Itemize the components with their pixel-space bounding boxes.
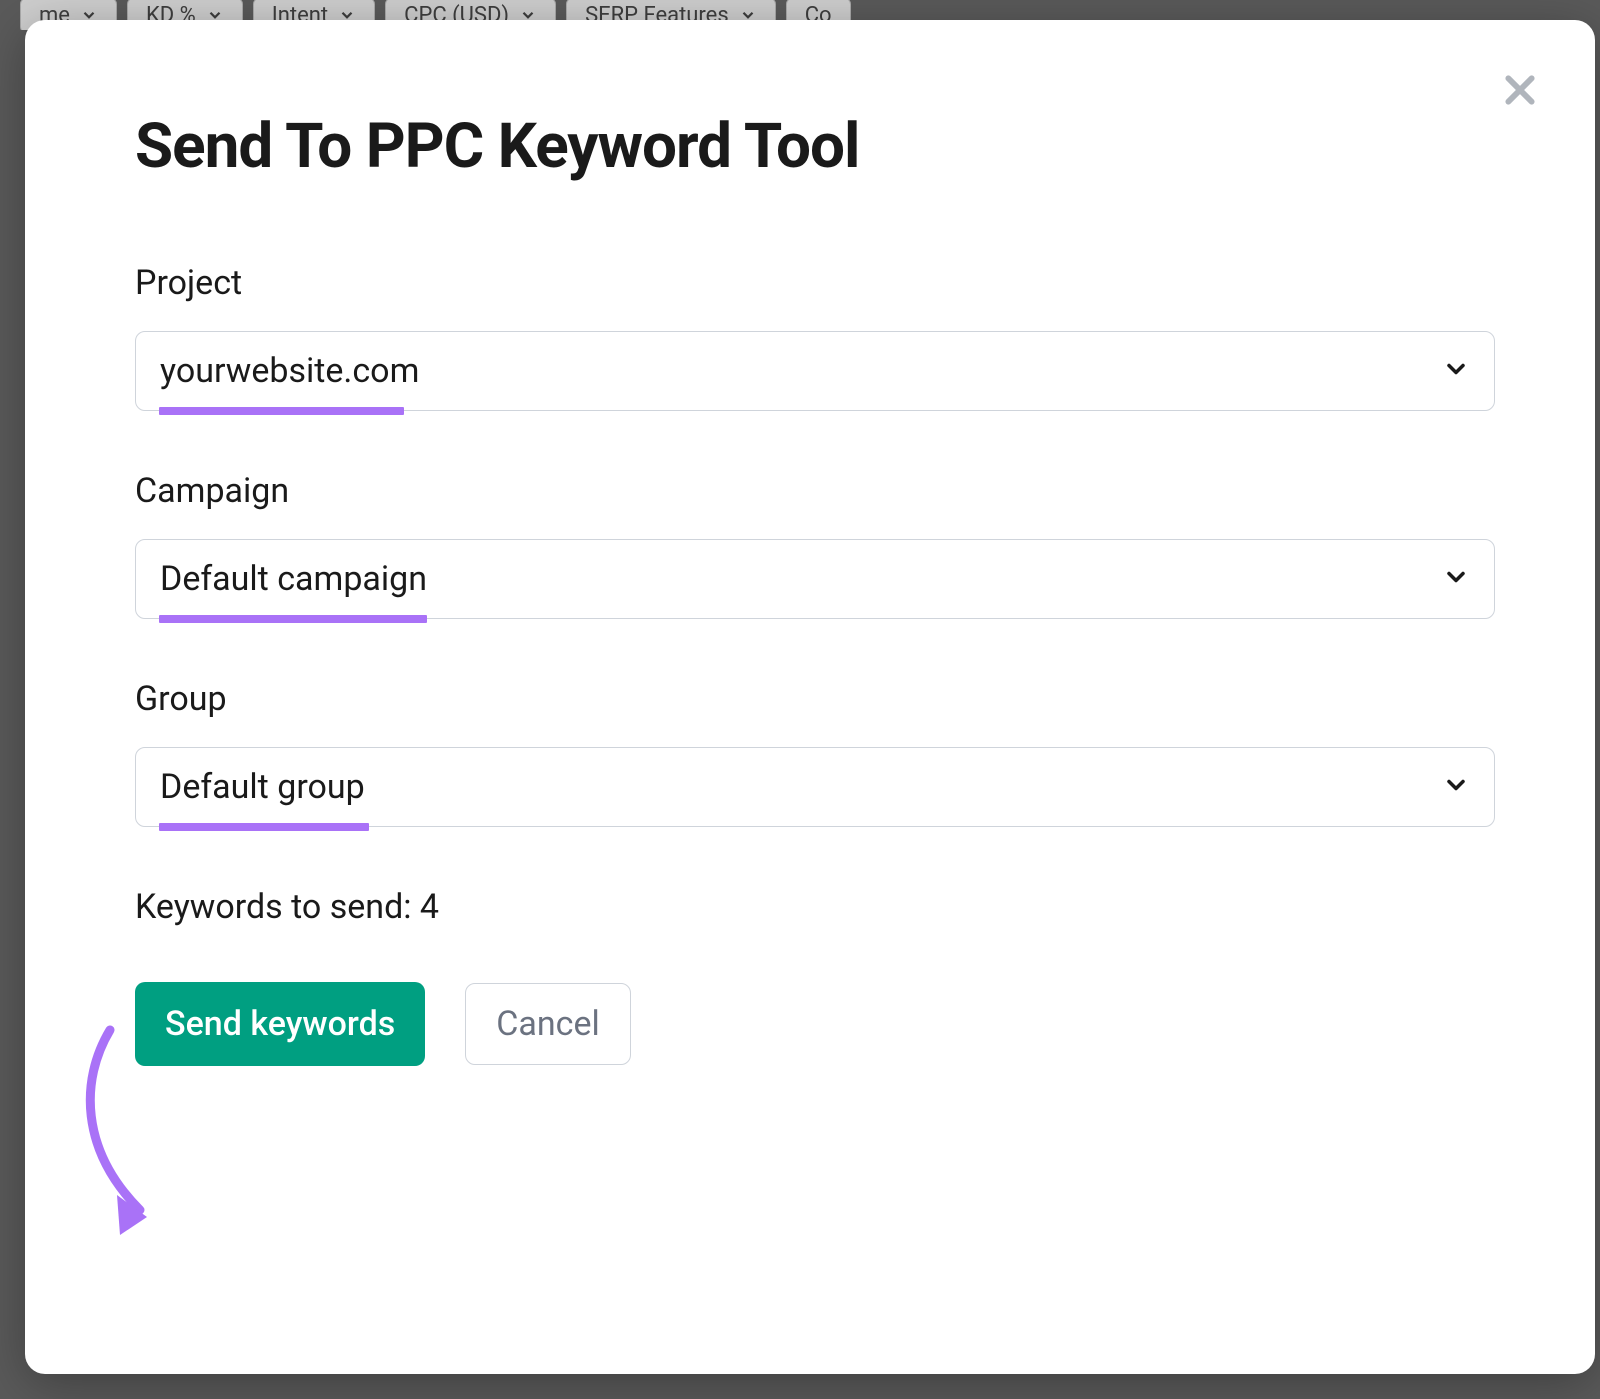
project-label: Project xyxy=(135,263,1495,303)
keywords-count-text: Keywords to send: 4 xyxy=(135,887,1495,927)
annotation-underline xyxy=(159,615,427,623)
campaign-select[interactable]: Default campaign xyxy=(135,539,1495,619)
cancel-button[interactable]: Cancel xyxy=(465,983,631,1065)
group-label: Group xyxy=(135,679,1495,719)
ppc-keyword-modal: Send To PPC Keyword Tool Project yourweb… xyxy=(25,20,1595,1374)
project-select[interactable]: yourwebsite.com xyxy=(135,331,1495,411)
group-value: Default group xyxy=(160,767,365,807)
campaign-field-group: Campaign Default campaign xyxy=(135,471,1495,619)
send-keywords-button[interactable]: Send keywords xyxy=(135,982,425,1066)
annotation-underline xyxy=(159,823,369,831)
close-button[interactable] xyxy=(1495,65,1545,115)
project-field-group: Project yourwebsite.com xyxy=(135,263,1495,411)
keywords-count-value: 4 xyxy=(420,887,439,927)
modal-title: Send To PPC Keyword Tool xyxy=(135,110,1495,183)
keywords-count-label: Keywords to send: xyxy=(135,887,420,927)
group-select[interactable]: Default group xyxy=(135,747,1495,827)
project-value: yourwebsite.com xyxy=(160,351,419,391)
campaign-label: Campaign xyxy=(135,471,1495,511)
close-icon xyxy=(1500,70,1540,110)
button-row: Send keywords Cancel xyxy=(135,982,1495,1066)
annotation-underline xyxy=(159,407,404,415)
group-field-group: Group Default group xyxy=(135,679,1495,827)
campaign-value: Default campaign xyxy=(160,559,427,599)
